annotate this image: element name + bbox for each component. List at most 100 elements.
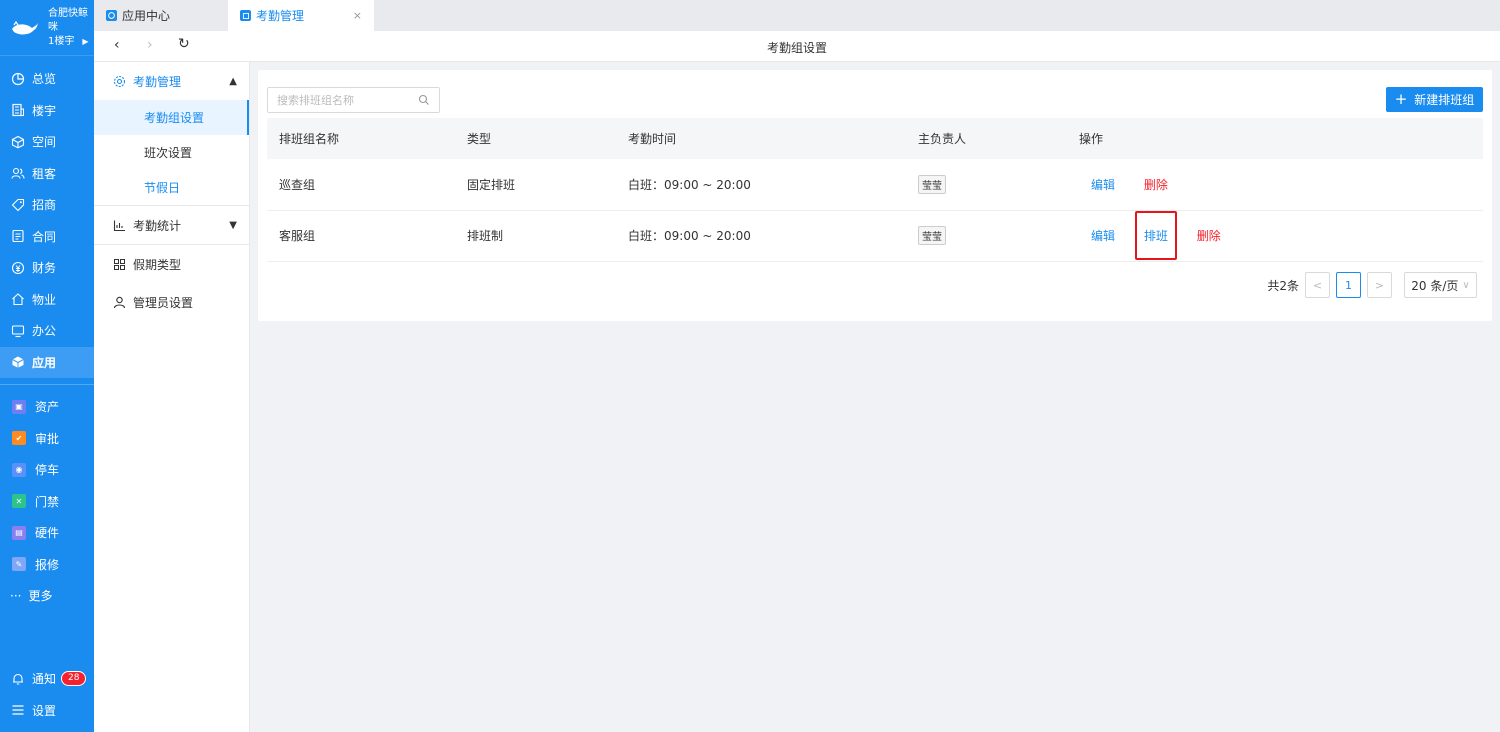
nav-label: 合同	[32, 229, 57, 244]
dashboard-icon	[11, 72, 25, 86]
sidebar-divider	[0, 384, 94, 385]
tab-label: 应用中心	[122, 9, 171, 23]
notify-button[interactable]: 通知 28	[0, 663, 94, 695]
app-more[interactable]: ··· 更多	[0, 580, 94, 612]
plus-icon: +	[1394, 90, 1408, 108]
nav-tenant[interactable]: 租客	[0, 158, 94, 190]
menu-item-shift-settings[interactable]: 班次设置	[94, 135, 249, 170]
settings-button[interactable]: 设置	[0, 695, 94, 727]
nav-label: 楼宇	[32, 103, 57, 118]
menu-icon	[11, 703, 25, 717]
menu-item-attendance-group-settings[interactable]: 考勤组设置	[94, 100, 249, 135]
search-input[interactable]	[277, 93, 412, 107]
nav-label: 办公	[32, 324, 57, 339]
close-icon[interactable]: ×	[353, 9, 362, 22]
owner-tag: 莹莹	[918, 174, 946, 194]
delete-link[interactable]: 删除	[1197, 229, 1221, 243]
page-size-select[interactable]: 20 条/页 ∨	[1404, 272, 1477, 298]
total-count: 共2条	[1267, 278, 1299, 293]
building-name: 1楼宇	[48, 35, 75, 47]
next-page-icon[interactable]: >	[1367, 272, 1392, 298]
approval-icon: ✔	[12, 431, 26, 446]
chevron-up-icon: ▲	[229, 75, 237, 87]
chevron-down-icon: ▼	[229, 219, 237, 231]
group-name-cell: 巡查组	[267, 159, 455, 211]
search-box	[267, 87, 440, 113]
notify-count-badge: 28	[61, 671, 87, 687]
prev-page-icon[interactable]: <	[1305, 272, 1330, 298]
column-header: 考勤时间	[616, 118, 906, 159]
app-asset[interactable]: ▣ 资产	[0, 391, 94, 423]
nav-label: 应用	[32, 355, 57, 370]
menu-item-holidays[interactable]: 节假日	[94, 170, 249, 205]
asset-icon: ▣	[12, 399, 26, 414]
search-icon[interactable]	[418, 94, 430, 106]
nav-investment[interactable]: 招商	[0, 189, 94, 221]
menu-group-attendance-management[interactable]: 考勤管理 ▲	[94, 62, 249, 100]
menu-group-label: 管理员设置	[133, 295, 194, 310]
page-number[interactable]: 1	[1336, 272, 1361, 298]
main-card: + 新建排班组 排班组名称 类型 考勤时间 主负责人 操作 巡查组 固定排班 白…	[258, 70, 1492, 321]
new-button-label: 新建排班组	[1414, 93, 1475, 107]
tab-app-center[interactable]: 应用中心	[94, 0, 228, 31]
grid-icon	[113, 258, 126, 271]
nav-finance[interactable]: 财务	[0, 252, 94, 284]
column-header: 主负责人	[906, 118, 1067, 159]
menu-group-leave-types[interactable]: 假期类型	[94, 245, 249, 283]
brand-name: 合肥快鲸咪	[48, 7, 88, 33]
menu-group-label: 考勤管理	[133, 74, 182, 89]
app-label: 门禁	[35, 494, 60, 509]
column-header: 操作	[1067, 118, 1483, 159]
notify-label: 通知	[32, 672, 57, 687]
secondary-menu: 考勤管理 ▲ 考勤组设置 班次设置 节假日 考勤统计 ▼ 假期类型 管理员设置	[94, 62, 250, 732]
nav-label: 空间	[32, 135, 57, 150]
edit-link[interactable]: 编辑	[1091, 229, 1115, 243]
edit-link[interactable]: 编辑	[1091, 178, 1115, 192]
table-row: 客服组 排班制 白班：09:00 ~ 20:00 莹莹 编辑 排班 删除	[267, 210, 1483, 262]
column-header: 排班组名称	[267, 118, 455, 159]
nav-overview[interactable]: 总览	[0, 63, 94, 95]
menu-group-attendance-stats[interactable]: 考勤统计 ▼	[94, 206, 249, 244]
time-cell: 白班：09:00 ~ 20:00	[616, 210, 906, 262]
group-name-cell: 客服组	[267, 210, 455, 262]
tab-label: 考勤管理	[256, 9, 305, 23]
nav-app[interactable]: 应用	[0, 346, 94, 378]
owner-cell: 莹莹	[906, 159, 1067, 211]
time-cell: 白班：09:00 ~ 20:00	[616, 159, 906, 211]
schedule-link[interactable]: 排班	[1144, 229, 1168, 243]
nav-building[interactable]: 楼宇	[0, 95, 94, 127]
app-approval[interactable]: ✔ 审批	[0, 423, 94, 455]
page-title: 考勤组设置	[766, 41, 827, 55]
app-repair[interactable]: ✎ 报修	[0, 549, 94, 581]
nav-office[interactable]: 办公	[0, 315, 94, 347]
menu-group-label: 考勤统计	[133, 218, 182, 233]
app-label: 审批	[35, 431, 60, 446]
highlight-box: 排班	[1134, 211, 1177, 260]
tenant-icon	[11, 166, 25, 180]
menu-group-label: 假期类型	[133, 257, 182, 272]
tab-attendance[interactable]: 考勤管理 ×	[228, 0, 374, 31]
new-schedule-group-button[interactable]: + 新建排班组	[1386, 87, 1483, 112]
menu-group-admin-settings[interactable]: 管理员设置	[94, 283, 249, 321]
tag-icon	[11, 198, 25, 212]
pagination: 共2条 < 1 > 20 条/页 ∨	[1267, 272, 1477, 298]
app-label: 报修	[35, 557, 60, 572]
app-icon	[11, 355, 25, 369]
app-parking[interactable]: ◉ 停车	[0, 454, 94, 486]
schedule-group-table: 排班组名称 类型 考勤时间 主负责人 操作 巡查组 固定排班 白班：09:00 …	[267, 118, 1483, 262]
page-size-label: 20 条/页	[1411, 278, 1459, 293]
hardware-icon: ▤	[12, 525, 26, 540]
nav-property[interactable]: 物业	[0, 284, 94, 316]
delete-link[interactable]: 删除	[1144, 178, 1168, 192]
nav-contract[interactable]: 合同	[0, 221, 94, 253]
nav-label: 财务	[32, 261, 57, 276]
app-hardware[interactable]: ▤ 硬件	[0, 517, 94, 549]
nav-space[interactable]: 空间	[0, 126, 94, 158]
brand-switcher[interactable]: 合肥快鲸咪 1楼宇 ▶	[0, 0, 94, 56]
repair-icon: ✎	[12, 557, 26, 572]
more-dots-icon: ···	[10, 588, 22, 603]
app-label: 资产	[35, 400, 60, 415]
owner-tag: 莹莹	[918, 226, 946, 245]
app-access[interactable]: ✕ 门禁	[0, 486, 94, 518]
type-cell: 固定排班	[455, 159, 616, 211]
